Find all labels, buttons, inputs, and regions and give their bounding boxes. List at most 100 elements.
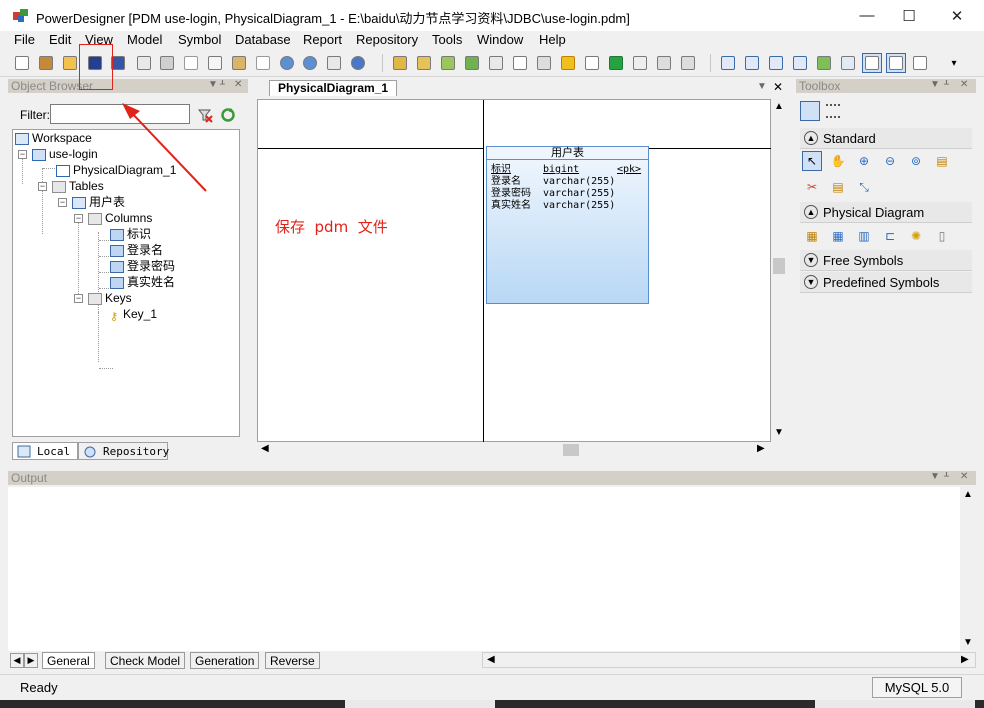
link-tool-icon[interactable]: ⤡ (854, 177, 874, 197)
menu-database[interactable]: Database (235, 32, 291, 47)
procedure-tool-icon[interactable]: ✺ (906, 226, 926, 246)
zoom-out-icon[interactable]: ⊖ (880, 151, 900, 171)
redo-icon[interactable] (300, 53, 320, 73)
menu-edit[interactable]: Edit (49, 32, 71, 47)
cut-icon[interactable] (181, 53, 201, 73)
scroll-up-icon[interactable]: ▲ (963, 489, 973, 500)
scroll-thumb[interactable] (773, 258, 785, 274)
panel-menu-icon[interactable]: ▼ (930, 471, 940, 482)
properties-tool-icon[interactable]: ▤ (932, 151, 952, 171)
result-list-icon[interactable] (766, 53, 786, 73)
minimize-button[interactable]: — (844, 0, 890, 31)
panel-close-icon[interactable]: ✕ (234, 79, 242, 90)
collapse-icon[interactable]: − (74, 214, 83, 223)
tab-general[interactable]: General (42, 652, 95, 669)
open-icon[interactable] (60, 53, 80, 73)
tree-node-column[interactable]: 登录密码 (110, 258, 175, 274)
tab-scroll-left-icon[interactable]: ◀ (10, 653, 24, 668)
diagram-vertical-scrollbar[interactable]: ▲ ▼ (771, 99, 787, 442)
toolbox-section-predefined-symbols[interactable]: ▼ Predefined Symbols (800, 272, 972, 293)
menu-tools[interactable]: Tools (432, 32, 462, 47)
collapse-icon[interactable]: − (58, 198, 67, 207)
output-vertical-scrollbar[interactable]: ▲ ▼ (960, 487, 976, 651)
scroll-right-icon[interactable]: ▶ (961, 654, 969, 665)
panel-close-icon[interactable]: ✕ (960, 471, 968, 482)
panel-menu-icon[interactable]: ▼ (208, 79, 218, 90)
tree-node-column[interactable]: 标识 (110, 226, 151, 242)
new-icon[interactable] (12, 53, 32, 73)
open-package-icon[interactable]: ⊚ (906, 151, 926, 171)
package-tool-icon[interactable]: ▦ (802, 226, 822, 246)
tab-check-model[interactable]: Check Model (105, 652, 186, 669)
tab-physical-diagram[interactable]: PhysicalDiagram_1 (269, 80, 397, 96)
panel-close-icon[interactable]: ✕ (960, 79, 968, 90)
close-diagram-icon[interactable]: ✕ (773, 80, 783, 94)
reference-tool-icon[interactable]: ⊏ (880, 226, 900, 246)
entity-table-symbol[interactable]: 用户表 标识 bigint <pk> 登录名 varchar(255) 登录密码 var… (486, 146, 649, 304)
forward-icon[interactable] (678, 53, 698, 73)
delete-tool-icon[interactable]: ✂ (802, 177, 822, 197)
table-tool-icon[interactable]: ▦ (828, 226, 848, 246)
font-color-icon[interactable] (606, 53, 626, 73)
toolbox-section-physical-diagram[interactable]: ▲ Physical Diagram (800, 202, 972, 223)
model-icon[interactable] (838, 53, 858, 73)
menu-report[interactable]: Report (303, 32, 342, 47)
pen-icon[interactable] (558, 53, 578, 73)
scroll-down-icon[interactable]: ▼ (963, 637, 973, 648)
diagram-horizontal-scrollbar[interactable]: ◀ ▶ (257, 442, 771, 458)
fill-icon[interactable] (582, 53, 602, 73)
toolbox-section-free-symbols[interactable]: ▼ Free Symbols (800, 250, 972, 271)
toolbox-section-standard[interactable]: ▲ Standard (800, 128, 972, 149)
check-model-icon[interactable] (348, 53, 368, 73)
object-browser-toggle-icon[interactable] (718, 53, 738, 73)
output-text-area[interactable] (8, 487, 960, 651)
view-tool-icon[interactable]: ▥ (854, 226, 874, 246)
large-icons-view-icon[interactable] (800, 101, 820, 121)
tree-node-model[interactable]: use-login (32, 146, 98, 162)
tree-node-workspace[interactable]: Workspace (15, 130, 92, 146)
back-icon[interactable] (654, 53, 674, 73)
collapse-icon[interactable]: − (18, 150, 27, 159)
new-model-icon[interactable] (36, 53, 56, 73)
tab-repository[interactable]: Repository (78, 442, 169, 460)
tree-node-column[interactable]: 登录名 (110, 242, 163, 258)
menu-repository[interactable]: Repository (356, 32, 418, 47)
scroll-right-icon[interactable]: ▶ (757, 443, 765, 454)
toolbar-overflow-icon[interactable]: ▾ (944, 53, 964, 73)
scroll-left-icon[interactable]: ◀ (261, 443, 269, 454)
menu-model[interactable]: Model (127, 32, 162, 47)
menu-help[interactable]: Help (539, 32, 566, 47)
output-toggle-icon[interactable] (742, 53, 762, 73)
comment-icon[interactable] (886, 53, 906, 73)
merge-icon[interactable] (486, 53, 506, 73)
collapse-icon[interactable]: − (74, 294, 83, 303)
align-icon[interactable] (630, 53, 650, 73)
compare-icon[interactable] (438, 53, 458, 73)
tab-local[interactable]: Local (12, 442, 78, 460)
menu-symbol[interactable]: Symbol (178, 32, 221, 47)
grabber-tool-icon[interactable]: ✋ (828, 151, 848, 171)
properties-icon[interactable] (324, 53, 344, 73)
close-window-button[interactable]: ✕ (934, 0, 980, 31)
print-icon[interactable] (157, 53, 177, 73)
shadow-icon[interactable] (510, 53, 530, 73)
group-icon[interactable] (534, 53, 554, 73)
pin-icon[interactable]: ᚆ (944, 79, 949, 90)
tree-node-columns[interactable]: Columns (88, 210, 152, 226)
diagram-canvas[interactable]: 保存 pdm 文件 用户表 标识 bigint <pk> 登录名 varchar(25… (257, 99, 772, 443)
zoom-in-icon[interactable]: ⊕ (854, 151, 874, 171)
window-list-icon[interactable]: ▼ (757, 81, 767, 92)
tree-node-tables[interactable]: Tables (52, 178, 104, 194)
display-preferences-icon[interactable] (910, 53, 930, 73)
tree-node-column[interactable]: 真实姓名 (110, 274, 175, 290)
tab-reverse[interactable]: Reverse (265, 652, 320, 669)
paste-icon[interactable] (229, 53, 249, 73)
scroll-thumb[interactable] (563, 444, 579, 456)
menu-file[interactable]: File (14, 32, 35, 47)
reverse-icon[interactable] (414, 53, 434, 73)
toolbox-toggle-icon[interactable] (790, 53, 810, 73)
copy-icon[interactable] (205, 53, 225, 73)
scroll-down-icon[interactable]: ▼ (774, 427, 784, 438)
note-tool-icon[interactable]: ▤ (828, 177, 848, 197)
maximize-button[interactable]: ☐ (886, 0, 932, 31)
